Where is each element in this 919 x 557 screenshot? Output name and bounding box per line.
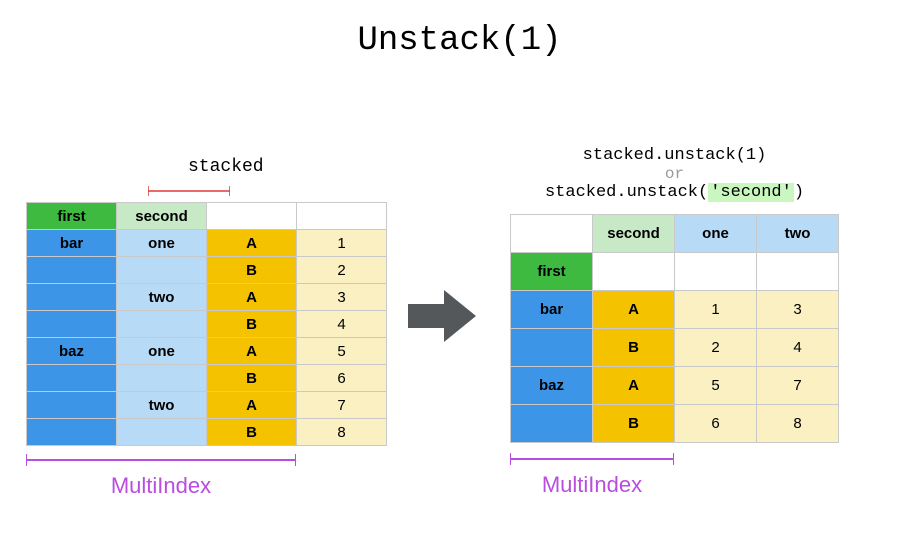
val-cell: 2: [297, 257, 387, 284]
val-cell: 1: [675, 291, 757, 329]
table-row: bar one A 1: [27, 230, 387, 257]
first-cell: [511, 405, 593, 443]
second-cell: two: [117, 392, 207, 419]
val-cell: 2: [675, 329, 757, 367]
first-cell: bar: [27, 230, 117, 257]
right-multiindex-brace: MultiIndex: [510, 451, 674, 498]
key-cell: A: [207, 392, 297, 419]
first-cell: [27, 419, 117, 446]
table-row: B 2 4: [511, 329, 839, 367]
val-cell: 4: [757, 329, 839, 367]
val-cell: 3: [297, 284, 387, 311]
stacked-label: stacked: [188, 157, 264, 177]
val-cell: 8: [757, 405, 839, 443]
val-cell: 1: [297, 230, 387, 257]
val-cell: 6: [297, 365, 387, 392]
first-cell: [511, 329, 593, 367]
right-wrap: stacked.unstack(1) or stacked.unstack('s…: [510, 146, 839, 443]
first-cell: [27, 284, 117, 311]
or-label: or: [510, 165, 839, 183]
val-cell: 3: [757, 291, 839, 329]
key-cell: A: [207, 338, 297, 365]
blank-cell: [675, 253, 757, 291]
second-header: second: [117, 203, 207, 230]
col-one-header: one: [675, 215, 757, 253]
second-cell: [117, 257, 207, 284]
blank-header: [511, 215, 593, 253]
val-cell: 5: [297, 338, 387, 365]
code-line-2: stacked.unstack('second'): [510, 183, 839, 202]
first-header: first: [27, 203, 117, 230]
code2-pre: stacked.unstack(: [545, 183, 708, 202]
first-cell: [27, 365, 117, 392]
multiindex-label: MultiIndex: [26, 473, 296, 499]
right-table: second one two first bar A 1 3: [510, 214, 839, 443]
table-row: first: [511, 253, 839, 291]
key-cell: A: [207, 230, 297, 257]
table-row: bar A 1 3: [511, 291, 839, 329]
red-brace-icon: [148, 184, 230, 196]
first-cell: bar: [511, 291, 593, 329]
table-row: two A 7: [27, 392, 387, 419]
key-cell: B: [207, 311, 297, 338]
table-row: second one two: [511, 215, 839, 253]
blank-header: [297, 203, 387, 230]
table-row: B 6 8: [511, 405, 839, 443]
val-cell: 5: [675, 367, 757, 405]
table-row: two A 3: [27, 284, 387, 311]
second-cell: one: [117, 338, 207, 365]
blank-header: [207, 203, 297, 230]
key-cell: B: [593, 329, 675, 367]
key-cell: B: [207, 257, 297, 284]
left-table-wrap: stacked first second bar one A 1: [26, 162, 387, 446]
code2-post: ): [794, 183, 804, 202]
first-cell: [27, 311, 117, 338]
left-multiindex-brace: MultiIndex: [26, 452, 296, 499]
table-row: B 2: [27, 257, 387, 284]
left-table: first second bar one A 1 B 2 two A: [26, 202, 387, 446]
key-cell: A: [593, 367, 675, 405]
table-row: baz A 5 7: [511, 367, 839, 405]
table-row: B 8: [27, 419, 387, 446]
page-title: Unstack(1): [0, 22, 919, 60]
table-row: baz one A 5: [27, 338, 387, 365]
second-colname-header: second: [593, 215, 675, 253]
second-cell: one: [117, 230, 207, 257]
blank-cell: [757, 253, 839, 291]
second-cell: [117, 365, 207, 392]
table-row: B 6: [27, 365, 387, 392]
val-cell: 6: [675, 405, 757, 443]
second-cell: two: [117, 284, 207, 311]
second-cell: [117, 419, 207, 446]
first-cell: baz: [27, 338, 117, 365]
blank-cell: [593, 253, 675, 291]
col-two-header: two: [757, 215, 839, 253]
key-cell: A: [207, 284, 297, 311]
key-cell: B: [593, 405, 675, 443]
val-cell: 8: [297, 419, 387, 446]
first-cell: [27, 257, 117, 284]
second-cell: [117, 311, 207, 338]
code-line-1: stacked.unstack(1): [510, 146, 839, 165]
code2-highlight: 'second': [708, 183, 794, 202]
first-cell: baz: [511, 367, 593, 405]
val-cell: 4: [297, 311, 387, 338]
val-cell: 7: [757, 367, 839, 405]
table-row: B 4: [27, 311, 387, 338]
key-cell: B: [207, 365, 297, 392]
key-cell: B: [207, 419, 297, 446]
first-cell: [27, 392, 117, 419]
first-rowname-header: first: [511, 253, 593, 291]
table-row: first second: [27, 203, 387, 230]
key-cell: A: [593, 291, 675, 329]
arrow-right-icon: [408, 288, 478, 349]
val-cell: 7: [297, 392, 387, 419]
multiindex-label: MultiIndex: [510, 472, 674, 498]
